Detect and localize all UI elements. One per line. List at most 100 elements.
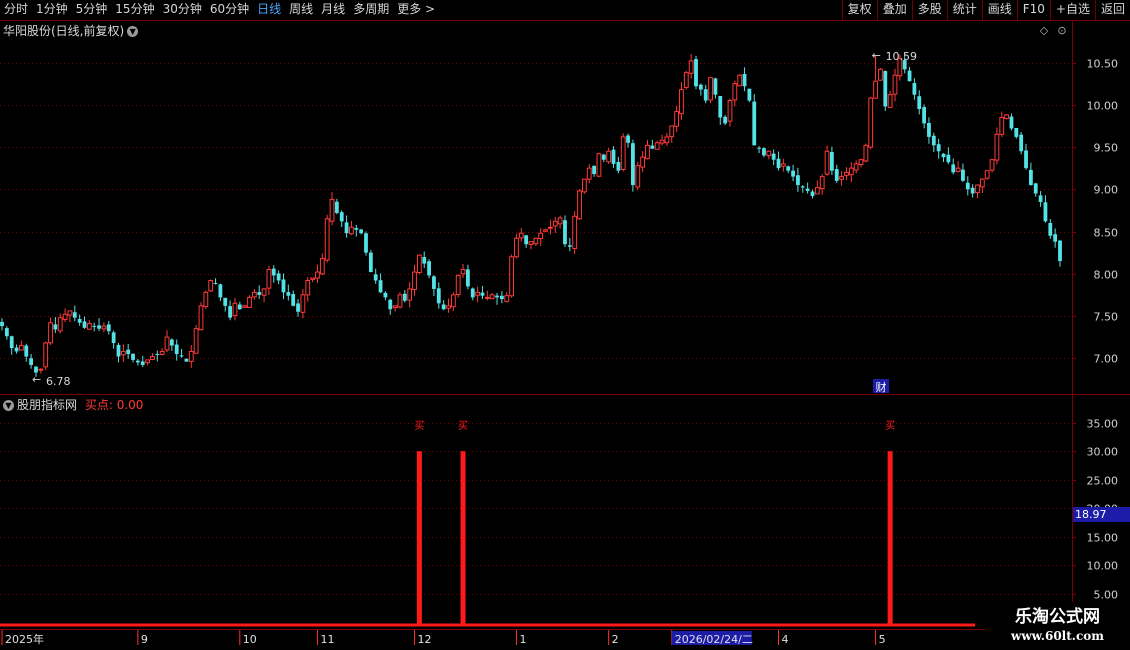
candle-body-up bbox=[164, 336, 170, 351]
price-tick-label: 9.50 bbox=[1094, 142, 1119, 155]
candle-body-down bbox=[631, 143, 635, 186]
candle-body-up bbox=[975, 184, 980, 194]
candle-body-up bbox=[242, 305, 248, 308]
candle-body-down bbox=[829, 152, 834, 171]
watermark-title: 乐淘公式网 bbox=[1015, 607, 1100, 627]
candle-body-up bbox=[247, 296, 252, 308]
candle-body-down bbox=[436, 288, 441, 304]
candle-body-down bbox=[286, 292, 291, 296]
candle-body-up bbox=[509, 256, 514, 297]
candle-body-down bbox=[626, 135, 630, 143]
price-tick-label: 10.50 bbox=[1087, 58, 1119, 71]
candle-body-up bbox=[150, 356, 155, 360]
candle-body-down bbox=[747, 88, 752, 101]
candle-body-up bbox=[319, 258, 325, 275]
candle-body-up bbox=[86, 323, 92, 330]
candle-body-down bbox=[762, 148, 766, 156]
candle-body-up bbox=[858, 159, 864, 166]
signal-bar bbox=[887, 451, 893, 625]
candle-body-up bbox=[548, 226, 553, 229]
candle-body-down bbox=[805, 188, 810, 191]
candle-body-up bbox=[416, 254, 422, 273]
price-tick-label: 8.00 bbox=[1094, 269, 1119, 282]
candle-body-down bbox=[965, 182, 970, 190]
candle-body-down bbox=[601, 154, 606, 160]
candle-body-down bbox=[9, 336, 14, 349]
candle-body-down bbox=[931, 135, 936, 146]
signal-marker: 买 bbox=[414, 420, 424, 432]
candle-body-up bbox=[57, 317, 63, 332]
candle-body-down bbox=[276, 273, 281, 281]
candle-body-down bbox=[563, 220, 567, 245]
candle-body-up bbox=[62, 313, 68, 320]
signal-value: 0.00 bbox=[116, 398, 144, 412]
candle-body-up bbox=[994, 133, 1000, 161]
candle-body-down bbox=[155, 354, 160, 356]
candle-body-down bbox=[495, 295, 499, 298]
candle-body-up bbox=[198, 305, 204, 331]
candle-body-down bbox=[1019, 134, 1024, 152]
candle-body-up bbox=[844, 171, 849, 176]
candle-body-up bbox=[606, 150, 612, 163]
candle-body-down bbox=[24, 345, 29, 357]
candle-body-down bbox=[169, 339, 174, 346]
candle-body-down bbox=[718, 95, 723, 118]
candle-body-down bbox=[237, 304, 242, 310]
candle-body-up bbox=[1004, 114, 1010, 120]
candle-body-down bbox=[752, 101, 757, 146]
candle-body-up bbox=[727, 100, 733, 122]
candle-body-down bbox=[611, 149, 616, 164]
candle-body-down bbox=[97, 325, 101, 329]
date-label: 10 bbox=[243, 633, 257, 646]
candle-body-down bbox=[373, 274, 378, 281]
collapse-icon[interactable]: ▼ bbox=[3, 400, 14, 411]
candle-body-down bbox=[723, 116, 728, 124]
candle-body-up bbox=[868, 97, 874, 148]
candle-body-up bbox=[514, 237, 519, 258]
candle-body-down bbox=[441, 304, 446, 310]
stock-chart[interactable]: 7.007.508.008.509.009.5010.0010.505.0010… bbox=[0, 0, 1130, 650]
candle-body-down bbox=[1024, 150, 1028, 169]
dropdown-icon[interactable]: ▼ bbox=[127, 26, 139, 37]
candle-body-up bbox=[484, 296, 490, 299]
signal-marker: 买 bbox=[458, 420, 468, 432]
candle-body-down bbox=[223, 297, 228, 306]
watermark-url: www.60lt.com bbox=[1011, 629, 1104, 643]
candle-body-up bbox=[596, 153, 602, 177]
candle-body-up bbox=[504, 295, 510, 302]
indicator-name: 股朋指标网 bbox=[17, 398, 78, 412]
candle-body-up bbox=[159, 350, 165, 355]
candle-body-up bbox=[679, 89, 684, 115]
candle-body-down bbox=[1048, 222, 1053, 236]
candle-body-down bbox=[524, 235, 529, 245]
candle-body-down bbox=[422, 257, 427, 264]
candle-body-down bbox=[106, 324, 111, 332]
candle-body-down bbox=[281, 279, 286, 293]
candle-body-up bbox=[572, 215, 578, 250]
candle-body-down bbox=[946, 154, 951, 163]
candle-body-up bbox=[737, 74, 743, 87]
candle-body-down bbox=[131, 353, 135, 360]
candle-body-up bbox=[669, 125, 675, 138]
candle-body-up bbox=[397, 294, 403, 308]
candle-body-down bbox=[402, 293, 407, 301]
candle-body-up bbox=[101, 325, 107, 330]
candle-body-down bbox=[174, 344, 179, 354]
candle-body-up bbox=[620, 136, 626, 170]
candle-body-up bbox=[664, 136, 670, 144]
candle-body-up bbox=[446, 305, 451, 309]
candle-body-down bbox=[184, 358, 189, 362]
candle-body-down bbox=[907, 70, 912, 82]
candle-body-up bbox=[674, 111, 679, 127]
candle-body-down bbox=[14, 347, 19, 352]
candle-body-up bbox=[188, 350, 194, 362]
finance-badge: 财 bbox=[876, 380, 887, 394]
candle-body-down bbox=[388, 299, 393, 310]
candle-body-up bbox=[193, 328, 199, 354]
candle-body-down bbox=[470, 288, 475, 298]
candle-body-up bbox=[819, 176, 825, 190]
candle-body-up bbox=[300, 294, 306, 313]
candle-body-up bbox=[203, 291, 209, 308]
candle-body-up bbox=[586, 167, 592, 180]
candle-body-up bbox=[581, 178, 587, 193]
